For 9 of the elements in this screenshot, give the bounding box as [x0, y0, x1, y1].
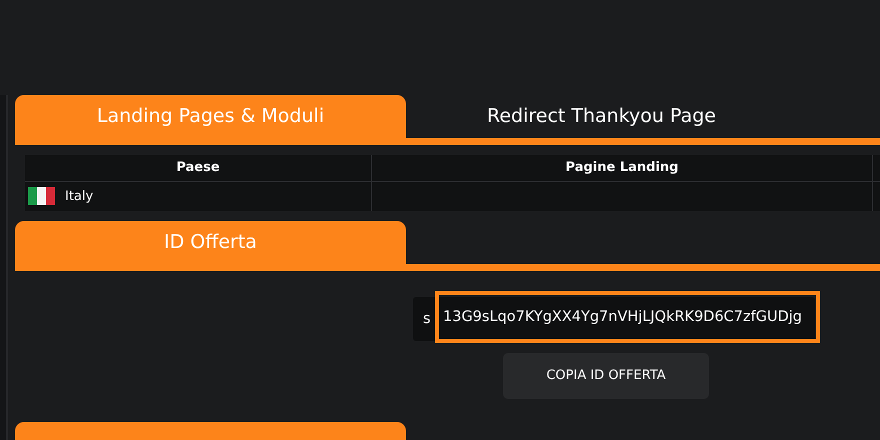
offer-id-start: s: [423, 310, 432, 327]
italy-flag-icon: [28, 187, 55, 206]
column-header: Pagine Landing: [372, 154, 873, 182]
highlighted-offer-id: 13G9sLqo7KYgXX4Yg7nVHjLJQkRK9D6C7zfGUDjg: [435, 291, 820, 344]
section-tab[interactable]: [15, 422, 406, 440]
country-name: Italy: [65, 188, 94, 204]
copy-offer-id-button[interactable]: COPIA ID OFFERTA: [503, 352, 709, 399]
column-header: Paese: [25, 154, 372, 182]
tab[interactable]: Redirect Thankyou Page: [406, 95, 797, 138]
